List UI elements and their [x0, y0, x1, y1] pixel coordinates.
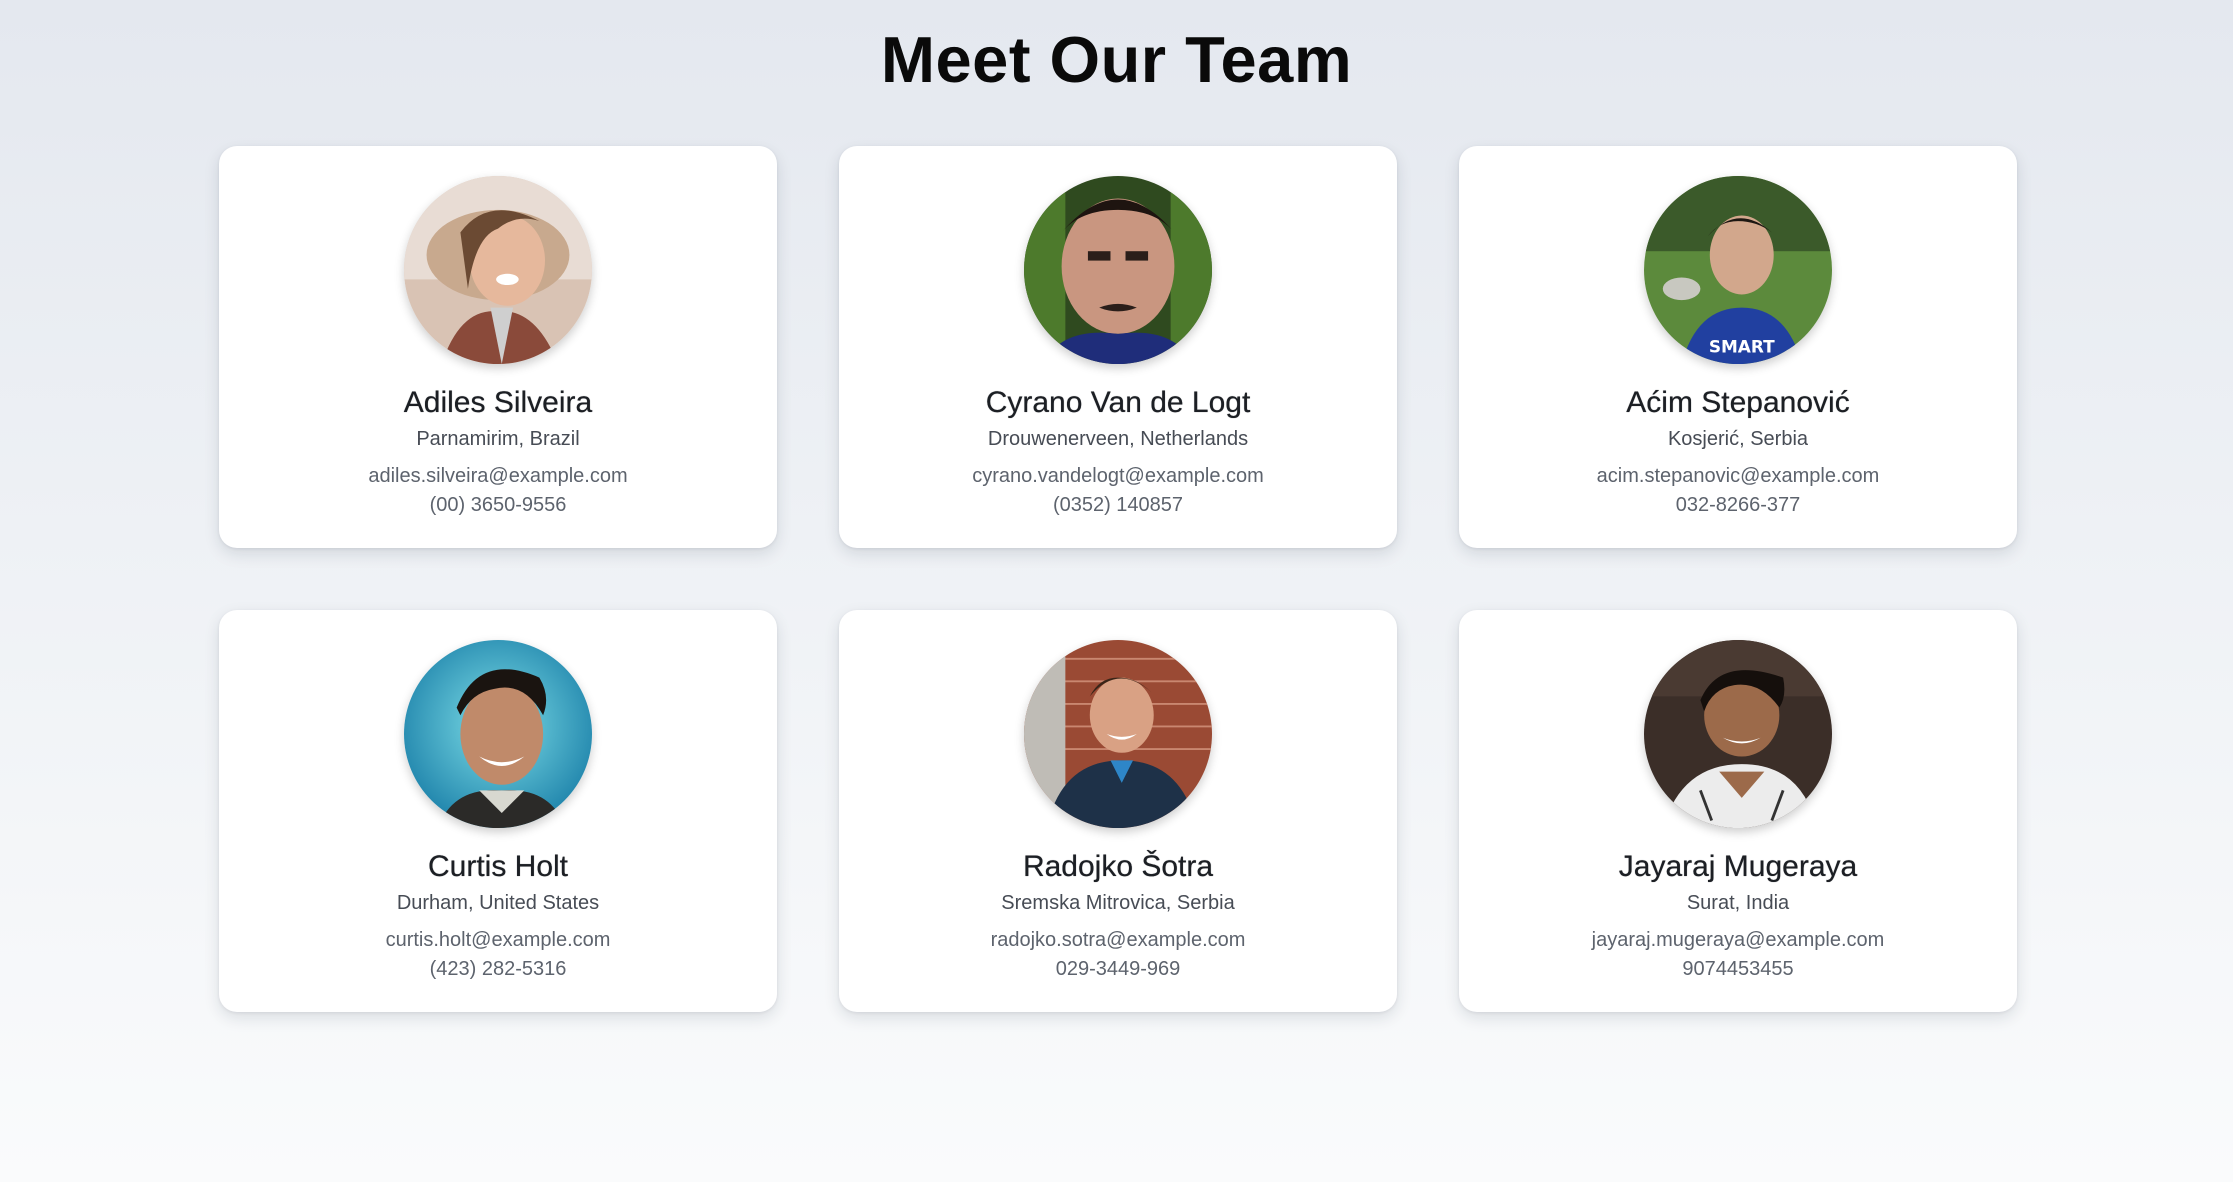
team-member-card: Cyrano Van de Logt Drouwenerveen, Nether…: [839, 146, 1397, 548]
svg-text:SMART: SMART: [1709, 337, 1775, 357]
member-email[interactable]: jayaraj.mugeraya@example.com: [1592, 929, 1885, 952]
member-email[interactable]: adiles.silveira@example.com: [368, 465, 627, 488]
team-member-card: Radojko Šotra Sremska Mitrovica, Serbia …: [839, 610, 1397, 1012]
member-email[interactable]: cyrano.vandelogt@example.com: [972, 465, 1264, 488]
member-name: Aćim Stepanović: [1626, 386, 1850, 419]
avatar: [1024, 176, 1212, 364]
member-location: Surat, India: [1686, 892, 1790, 914]
member-location: Parnamirim, Brazil: [416, 428, 580, 450]
member-email[interactable]: acim.stepanovic@example.com: [1597, 465, 1880, 488]
avatar: [1024, 640, 1212, 828]
member-phone[interactable]: 9074453455: [1682, 958, 1793, 981]
member-phone[interactable]: (0352) 140857: [1053, 494, 1183, 517]
member-location: Durham, United States: [396, 892, 600, 914]
member-name: Adiles Silveira: [403, 386, 593, 419]
member-phone[interactable]: (423) 282-5316: [430, 958, 567, 981]
avatar: [1644, 640, 1832, 828]
avatar: SMART: [1644, 176, 1832, 364]
member-phone[interactable]: 029-3449-969: [1056, 958, 1181, 981]
avatar: [404, 640, 592, 828]
person-photo-icon: [404, 640, 592, 828]
member-name: Cyrano Van de Logt: [985, 386, 1251, 419]
team-member-card: Adiles Silveira Parnamirim, Brazil adile…: [219, 146, 777, 548]
member-name: Radojko Šotra: [1022, 850, 1214, 883]
member-location: Sremska Mitrovica, Serbia: [1001, 892, 1235, 914]
avatar: [404, 176, 592, 364]
member-name: Jayaraj Mugeraya: [1618, 850, 1858, 883]
member-name: Curtis Holt: [427, 850, 569, 883]
team-member-card: Curtis Holt Durham, United States curtis…: [219, 610, 777, 1012]
member-location: Kosjerić, Serbia: [1667, 428, 1809, 450]
person-photo-icon: [1024, 640, 1212, 828]
member-email[interactable]: radojko.sotra@example.com: [991, 929, 1246, 952]
member-location: Drouwenerveen, Netherlands: [987, 428, 1249, 450]
person-photo-icon: [1024, 176, 1212, 364]
person-photo-icon: SMART: [1644, 176, 1832, 364]
person-photo-icon: [1644, 640, 1832, 828]
team-grid: Adiles Silveira Parnamirim, Brazil adile…: [219, 146, 2017, 1012]
person-photo-icon: [404, 176, 592, 364]
page-title: Meet Our Team: [880, 23, 1353, 96]
member-phone[interactable]: (00) 3650-9556: [430, 494, 567, 517]
team-member-card: Jayaraj Mugeraya Surat, India jayaraj.mu…: [1459, 610, 2017, 1012]
team-member-card: SMART Aćim Stepanović Kosjerić, Serbia a…: [1459, 146, 2017, 548]
member-phone[interactable]: 032-8266-377: [1676, 494, 1801, 517]
member-email[interactable]: curtis.holt@example.com: [386, 929, 611, 952]
